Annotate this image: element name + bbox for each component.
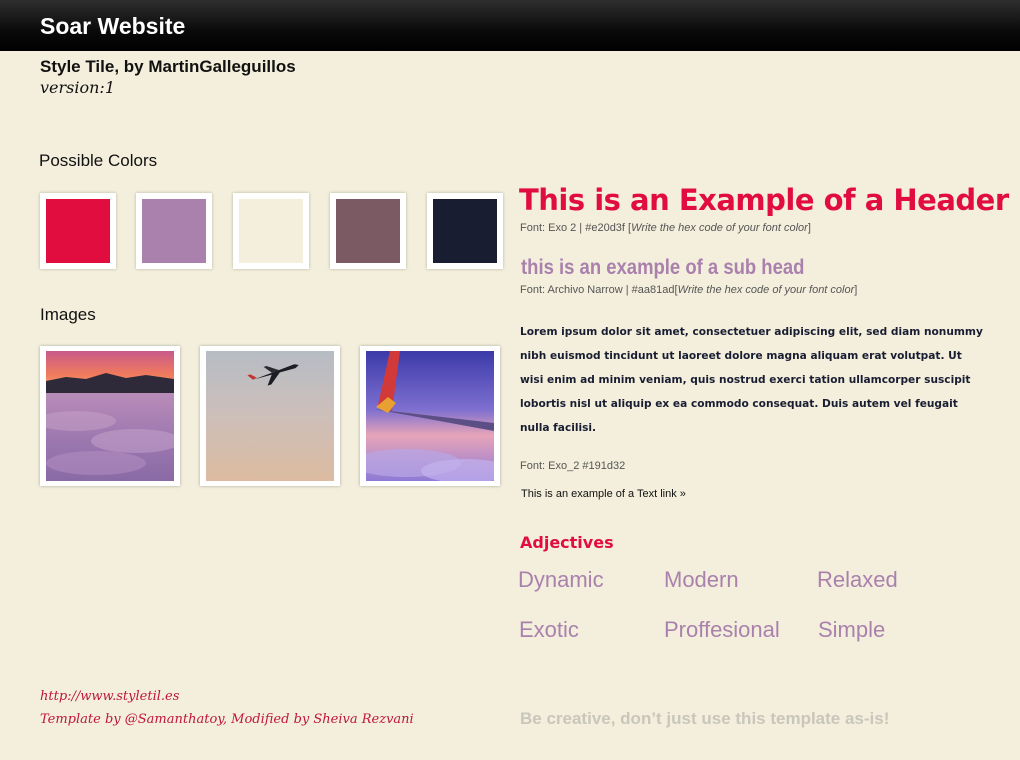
colors-section-label: Possible Colors <box>39 151 158 170</box>
color-swatch-4 <box>330 193 406 269</box>
image-frame-wing <box>360 346 500 486</box>
adjective-dynamic: Dynamic <box>518 567 604 592</box>
color-swatch-1 <box>40 193 116 269</box>
body-text-example: Lorem ipsum dolor sit amet, consectetuer… <box>520 326 983 434</box>
adjective-exotic: Exotic <box>519 617 579 642</box>
header-font-meta: Font: Exo 2 | #e20d3f [Write the hex cod… <box>520 222 811 234</box>
image-frame-clouds <box>40 346 180 486</box>
creative-tagline: Be creative, don’t just use this templat… <box>520 709 890 728</box>
styletil-link[interactable]: http://www.styletil.es <box>40 689 179 704</box>
adjective-modern: Modern <box>664 567 739 592</box>
image-frame-airplane <box>200 346 340 486</box>
images-section-label: Images <box>40 305 96 324</box>
style-tile-title: Style Tile, by MartinGalleguillos <box>40 57 296 76</box>
color-swatch-5 <box>427 193 503 269</box>
cloud-sunset-icon <box>46 351 174 481</box>
body-font-meta: Font: Exo_2 #191d32 <box>520 460 626 472</box>
subhead-example: this is an example of a sub head <box>521 256 805 279</box>
version-label: version:1 <box>40 78 115 97</box>
adjectives-title: Adjectives <box>520 533 614 552</box>
adjective-simple: Simple <box>818 617 886 642</box>
site-title: Soar Website <box>40 13 186 39</box>
adjective-relaxed: Relaxed <box>817 567 898 592</box>
subhead-font-meta: Font: Archivo Narrow | #aa81ad[Write the… <box>520 284 858 296</box>
template-credit: Template by @Samanthatoy, Modified by Sh… <box>40 712 414 727</box>
top-banner: Soar Website <box>0 0 1020 51</box>
text-link-example[interactable]: This is an example of a Text link » <box>521 488 686 500</box>
header-example: This is an Example of a Header <box>519 183 1009 217</box>
adjective-proffesional: Proffesional <box>664 617 780 642</box>
color-swatch-3 <box>233 193 309 269</box>
airplane-wing-icon <box>366 351 494 481</box>
color-swatch-2 <box>136 193 212 269</box>
airplane-sky-icon <box>206 351 334 481</box>
